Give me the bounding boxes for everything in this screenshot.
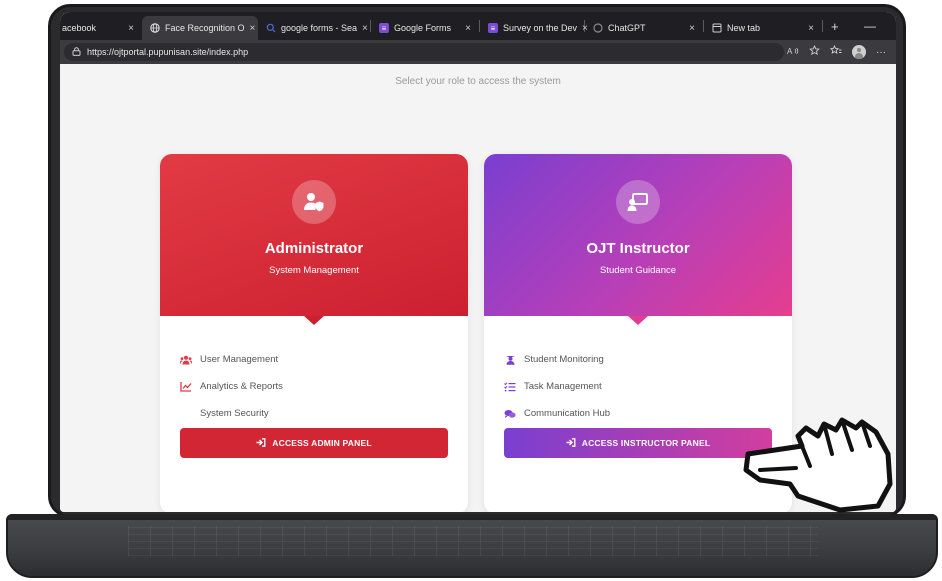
laptop-base	[6, 514, 938, 578]
chatgpt-icon	[593, 23, 603, 33]
read-aloud-icon[interactable]: A	[787, 46, 799, 59]
chalkboard-teacher-icon	[616, 180, 660, 224]
feature-item: Student Monitoring	[504, 346, 792, 373]
tab-new-tab[interactable]: New tab ×	[704, 16, 822, 40]
users-icon	[180, 354, 192, 366]
tab-label: acebook	[62, 23, 97, 33]
svg-text:A: A	[787, 47, 793, 56]
forms-icon: ≡	[488, 23, 498, 33]
minimize-button[interactable]: —	[864, 19, 876, 33]
sign-in-icon	[566, 437, 576, 449]
close-icon[interactable]: ×	[808, 23, 814, 34]
user-shield-icon	[292, 180, 336, 224]
tab-label: New tab	[727, 23, 761, 33]
lock-icon[interactable]	[72, 46, 81, 58]
comments-icon	[504, 408, 516, 420]
instructor-card-header: OJT Instructor Student Guidance	[484, 154, 792, 325]
access-admin-panel-button[interactable]: ACCESS ADMIN PANEL	[180, 428, 448, 458]
newtab-icon	[712, 23, 722, 33]
close-icon[interactable]: ×	[465, 23, 471, 34]
tab-google-forms[interactable]: ≡ Google Forms ×	[371, 16, 479, 40]
feature-item: Task Management	[504, 373, 792, 400]
tab-survey[interactable]: ≡ Survey on the Dev ×	[480, 16, 588, 40]
role-title: Administrator	[264, 240, 364, 257]
feature-list: User Management Analytics & Reports Syst…	[160, 316, 468, 427]
laptop-keyboard	[128, 526, 818, 556]
student-icon	[504, 354, 516, 366]
tab-label: google forms - Sea	[281, 23, 358, 33]
chart-line-icon	[180, 381, 192, 393]
feature-label: Analytics & Reports	[200, 381, 283, 392]
new-tab-button[interactable]: +	[831, 19, 839, 34]
address-bar: https://ojtportal.pupunisan.site/index.p…	[60, 40, 896, 64]
tab-divider	[822, 20, 823, 32]
page-subtitle: Select your role to access the system	[395, 76, 561, 87]
feature-label: System Security	[200, 408, 269, 419]
feature-item: Analytics & Reports	[180, 373, 468, 400]
pointing-hand-cursor-icon	[743, 417, 893, 513]
feature-label: Task Management	[524, 381, 602, 392]
role-subtitle: System Management	[269, 265, 359, 276]
sign-in-icon	[256, 437, 266, 449]
tab-label: Survey on the Dev	[503, 23, 578, 33]
favorites-icon[interactable]	[829, 44, 842, 59]
administrator-card-header: Administrator System Management	[160, 154, 468, 325]
access-instructor-panel-button[interactable]: ACCESS INSTRUCTOR PANEL	[504, 428, 772, 458]
favorite-star-icon[interactable]	[809, 44, 820, 59]
search-icon	[266, 23, 276, 33]
close-icon[interactable]: ×	[250, 23, 256, 34]
tab-google-forms-search[interactable]: google forms - Sea ×	[258, 16, 370, 40]
url-text: https://ojtportal.pupunisan.site/index.p…	[87, 47, 249, 57]
close-icon[interactable]: ×	[689, 23, 695, 34]
role-subtitle: Student Guidance	[599, 265, 677, 276]
close-icon[interactable]: ×	[362, 23, 368, 34]
tab-label: Face Recognition O	[165, 23, 245, 33]
button-label: ACCESS ADMIN PANEL	[272, 438, 372, 448]
profile-avatar[interactable]	[852, 45, 866, 59]
feature-label: User Management	[200, 354, 279, 365]
tab-face-recognition[interactable]: Face Recognition O ×	[142, 16, 258, 40]
close-icon[interactable]: ×	[128, 23, 134, 34]
role-title: OJT Instructor	[586, 240, 690, 257]
tab-chatgpt[interactable]: ChatGPT ×	[585, 16, 703, 40]
tab-label: Google Forms	[394, 23, 452, 33]
feature-item: System Security	[180, 400, 468, 427]
feature-label: Communication Hub	[524, 408, 611, 419]
globe-icon	[150, 23, 160, 33]
tab-label: ChatGPT	[608, 23, 646, 33]
tab-facebook[interactable]: acebook ×	[60, 16, 142, 40]
tasks-icon	[504, 381, 516, 393]
more-options-icon[interactable]: ···	[876, 47, 886, 58]
tab-bar: acebook × Face Recognition O × google fo…	[60, 12, 896, 40]
url-field[interactable]: https://ojtportal.pupunisan.site/index.p…	[64, 43, 784, 61]
button-label: ACCESS INSTRUCTOR PANEL	[581, 438, 711, 448]
feature-label: Student Monitoring	[524, 354, 604, 365]
feature-item: User Management	[180, 346, 468, 373]
forms-icon: ≡	[379, 23, 389, 33]
administrator-card[interactable]: Administrator System Management User Man…	[160, 154, 468, 512]
